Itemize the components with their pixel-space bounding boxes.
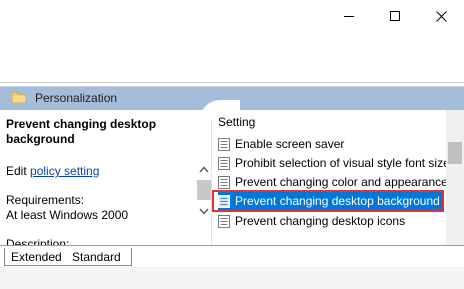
highlight-outline: [212, 190, 444, 212]
category-title: Personalization: [35, 91, 118, 105]
maximize-icon: [390, 11, 400, 21]
policy-title: Prevent changing desktop background: [6, 117, 157, 146]
maximize-button[interactable]: [372, 0, 418, 32]
title-bar: [0, 0, 464, 34]
chevron-down-icon: [199, 208, 209, 215]
close-button[interactable]: [418, 0, 464, 32]
list-item[interactable]: Prevent changing desktop icons: [218, 212, 405, 230]
list-item-label: Prevent changing desktop icons: [235, 214, 406, 228]
minimize-button[interactable]: [326, 0, 372, 32]
tab-label: Extended: [11, 249, 62, 264]
policy-icon: [218, 137, 230, 151]
list-scrollbar[interactable]: [446, 110, 464, 245]
requirements-value: At least Windows 2000: [6, 208, 129, 222]
close-icon: [435, 10, 447, 22]
policy-icon: [218, 214, 230, 228]
tab-standard[interactable]: Standard: [66, 248, 132, 266]
edit-line: Edit policy setting: [6, 164, 99, 178]
tab-label: Standard: [72, 249, 121, 264]
column-header-setting[interactable]: Setting: [218, 115, 255, 129]
policy-icon: [218, 175, 230, 189]
requirements-label: Requirements:: [6, 193, 85, 207]
scrollbar-thumb[interactable]: [197, 180, 211, 200]
chevron-up-icon: [199, 165, 209, 172]
divider: [0, 82, 464, 83]
scroll-down-button[interactable]: [196, 202, 212, 220]
list-item-label: Enable screen saver: [235, 137, 345, 151]
folder-icon: [12, 92, 26, 103]
list-item[interactable]: Enable screen saver: [218, 135, 344, 153]
list-item[interactable]: Prohibit selection of visual style font …: [218, 154, 450, 172]
list-scrollbar-thumb[interactable]: [448, 142, 462, 164]
toolbar-area: [0, 34, 464, 82]
status-area: [0, 267, 464, 289]
list-item[interactable]: Prevent changing color and appearance: [218, 173, 448, 191]
edit-prefix: Edit: [6, 164, 27, 178]
minimize-icon: [344, 15, 354, 17]
scroll-up-button[interactable]: [196, 160, 212, 178]
list-item-label: Prevent changing color and appearance: [235, 175, 448, 189]
tab-extended[interactable]: Extended: [4, 248, 66, 266]
list-item-label: Prohibit selection of visual style font …: [235, 156, 450, 170]
description-label: Description:: [6, 237, 70, 245]
policy-icon: [218, 156, 230, 170]
policy-setting-link[interactable]: policy setting: [30, 164, 99, 178]
